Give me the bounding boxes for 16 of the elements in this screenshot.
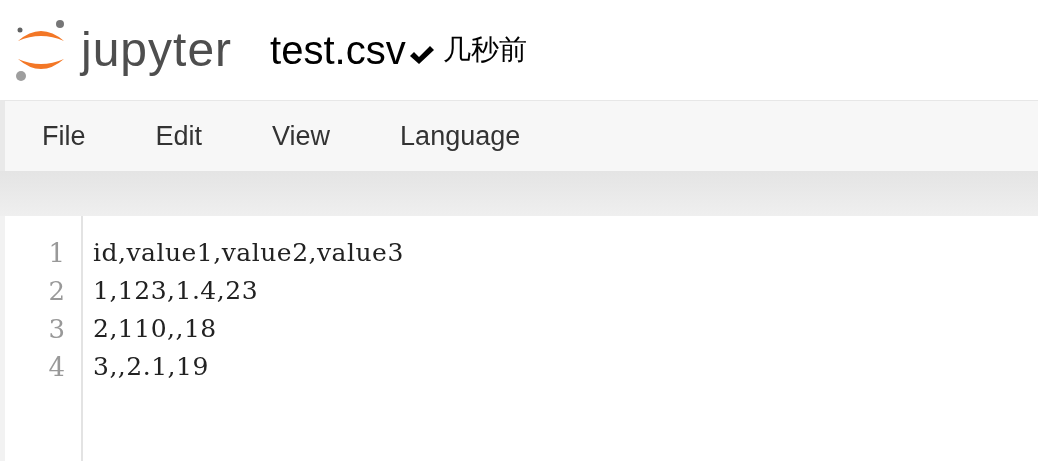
menu-item[interactable]: View [267, 115, 366, 157]
logo-text: jupyter [81, 26, 233, 74]
code-line: 3,,2.1,19 [93, 352, 209, 381]
code-line: 1,123,1.4,23 [93, 276, 259, 305]
jupyter-logo-icon [15, 19, 67, 81]
menu-item[interactable]: File [37, 115, 121, 157]
line-number: 2 [48, 276, 65, 306]
save-status: 几秒前 [442, 32, 527, 68]
line-number: 3 [48, 314, 65, 344]
menu-item[interactable]: Edit [150, 115, 238, 157]
line-number: 1 [48, 238, 65, 268]
file-name[interactable]: test.csv [270, 30, 406, 70]
line-number: 4 [48, 352, 65, 382]
menu-item[interactable]: Language [395, 115, 556, 157]
code-line: id,value1,value2,value3 [93, 238, 404, 267]
code-line: 2,110,,18 [93, 314, 217, 343]
